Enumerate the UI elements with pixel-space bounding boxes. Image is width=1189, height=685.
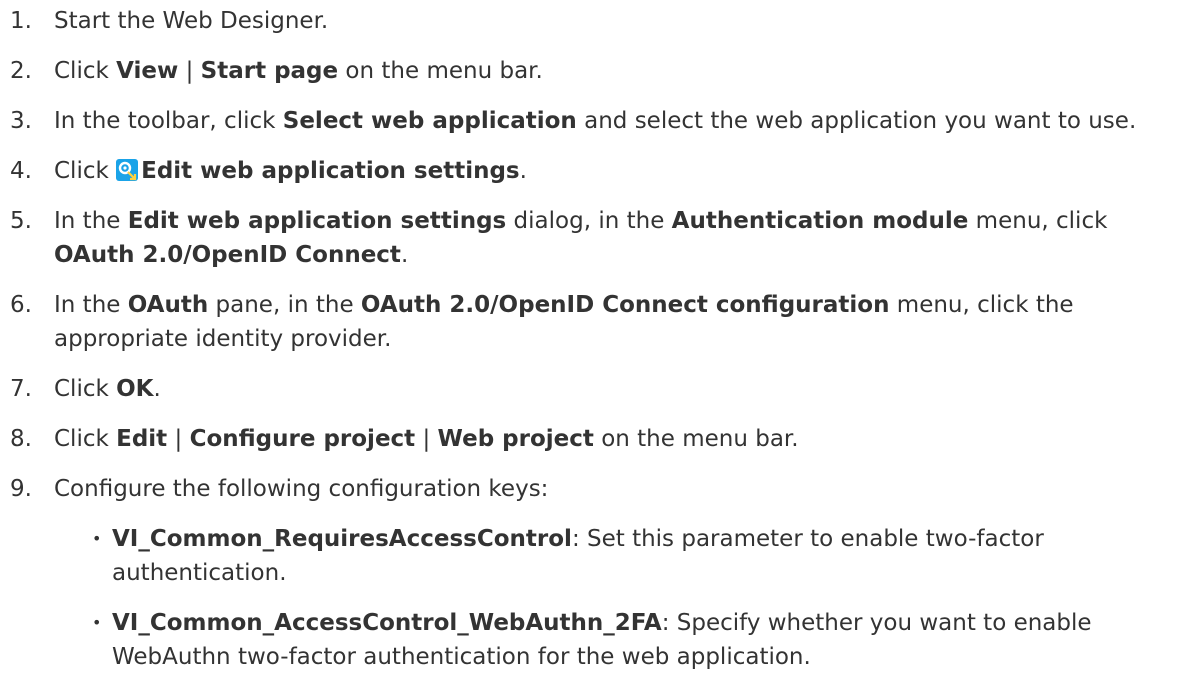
bullet-icon: • (92, 613, 102, 632)
step-4: 4. Click Edit web application settings. (10, 154, 1185, 188)
configuration-key-item: • VI_Common_RequiresAccessControl: Set th… (92, 522, 1185, 590)
step-text: Click Edit web application settings. (54, 154, 1185, 188)
instruction-text: Configure the following configuration ke… (54, 476, 549, 502)
step-number: 8. (10, 426, 32, 452)
instruction-text: dialog, in the (506, 208, 672, 234)
instruction-text: Click (54, 158, 117, 184)
step-9: 9. Configure the following configuration … (10, 472, 1185, 674)
ui-term: Start page (200, 58, 339, 84)
instruction-text: . (153, 376, 161, 402)
ui-term: OK (116, 376, 154, 402)
configuration-key-list: • VI_Common_RequiresAccessControl: Set th… (54, 522, 1185, 674)
step-7: 7. Click OK. (10, 372, 1185, 406)
ui-term: Authentication module (671, 208, 969, 234)
step-number: 1. (10, 8, 32, 34)
step-1: 1. Start the Web Designer. (10, 4, 1185, 38)
step-2: 2. Click View | Start page on the menu ba… (10, 54, 1185, 88)
step-text: In the OAuth pane, in the OAuth 2.0/Open… (54, 288, 1185, 356)
step-6: 6. In the OAuth pane, in the OAuth 2.0/Op… (10, 288, 1185, 356)
configuration-key-text: VI_Common_AccessControl_WebAuthn_2FA: Sp… (112, 606, 1185, 674)
instruction-text: and select the web application you want … (576, 108, 1137, 134)
step-8: 8. Click Edit | Configure project | Web p… (10, 422, 1185, 456)
instruction-text: pane, in the (208, 292, 361, 318)
instruction-text: on the menu bar. (593, 426, 799, 452)
ui-term: OAuth 2.0/OpenID Connect configuration (360, 292, 890, 318)
instruction-text: | (167, 426, 190, 452)
instruction-text: In the (54, 208, 128, 234)
ui-term: Edit (116, 426, 168, 452)
step-number: 2. (10, 58, 32, 84)
step-text: Configure the following configuration ke… (54, 472, 1185, 506)
ui-term: Edit web application settings (127, 208, 507, 234)
ui-term: Select web application (282, 108, 577, 134)
step-text: Start the Web Designer. (54, 4, 1185, 38)
instruction-text: Start the Web Designer. (54, 8, 329, 34)
ui-term: OAuth 2.0/OpenID Connect (54, 242, 401, 268)
step-text: Click View | Start page on the menu bar. (54, 54, 1185, 88)
edit-web-application-settings-icon (116, 159, 139, 181)
instruction-text: menu, click (968, 208, 1108, 234)
ui-term: Web project (437, 426, 594, 452)
ui-term: VI_Common_AccessControl_WebAuthn_2FA (112, 610, 662, 636)
step-number: 7. (10, 376, 32, 402)
step-number: 3. (10, 108, 32, 134)
step-5: 5. In the Edit web application settings d… (10, 204, 1185, 272)
instruction-text: In the (54, 292, 128, 318)
ui-term: View (116, 58, 179, 84)
instruction-text: . (519, 158, 527, 184)
ui-term: VI_Common_RequiresAccessControl (112, 526, 572, 552)
ui-term: Edit web application settings (141, 158, 520, 184)
step-text: In the Edit web application settings dia… (54, 204, 1185, 272)
instruction-text: Click (54, 58, 117, 84)
procedure-steps: 1. Start the Web Designer. 2. Click View | … (0, 0, 1185, 674)
step-text: Click Edit | Configure project | Web pro… (54, 422, 1185, 456)
instruction-text: In the toolbar, click (54, 108, 283, 134)
ui-term: OAuth (127, 292, 209, 318)
bullet-icon: • (92, 529, 102, 548)
instruction-text: . (400, 242, 409, 268)
step-3: 3. In the toolbar, click Select web appli… (10, 104, 1185, 138)
step-text: Click OK. (54, 372, 1185, 406)
step-text: In the toolbar, click Select web applica… (54, 104, 1185, 138)
instruction-text: | (178, 58, 201, 84)
instruction-text: | (415, 426, 438, 452)
instruction-text: Click (54, 426, 117, 452)
step-number: 5. (10, 208, 32, 234)
configuration-key-item: • VI_Common_AccessControl_WebAuthn_2FA: S… (92, 606, 1185, 674)
step-number: 9. (10, 476, 32, 502)
ui-term: Configure project (189, 426, 416, 452)
instruction-text: Click (54, 376, 117, 402)
configuration-key-text: VI_Common_RequiresAccessControl: Set thi… (112, 522, 1185, 590)
instruction-text: on the menu bar. (338, 58, 543, 84)
step-number: 4. (10, 158, 32, 184)
step-number: 6. (10, 292, 32, 318)
